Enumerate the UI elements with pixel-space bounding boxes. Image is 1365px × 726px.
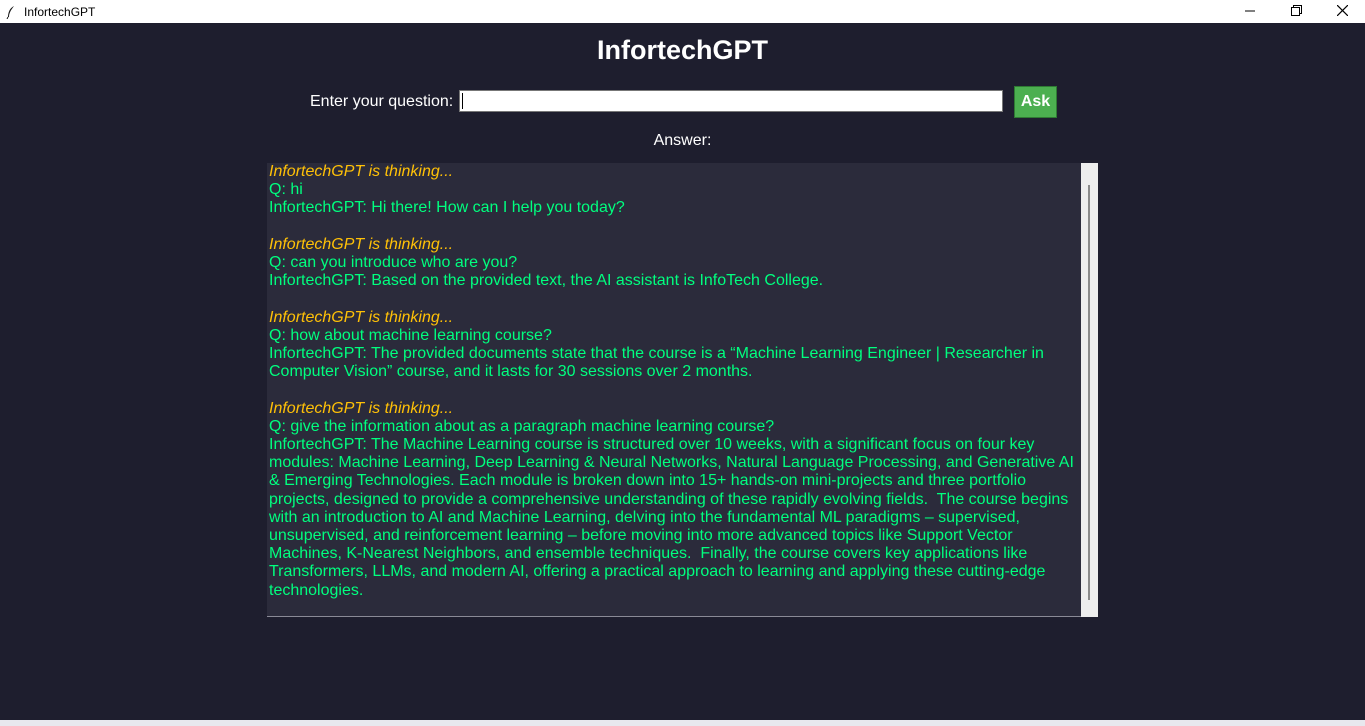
answer-content: InfortechGPT is thinking... Q: hi Infort… <box>267 163 1081 600</box>
close-icon <box>1336 3 1348 21</box>
app-main: InfortechGPT Enter your question: Ask An… <box>0 23 1365 720</box>
text-cursor <box>462 93 463 109</box>
answer-label: Answer: <box>653 132 712 149</box>
thinking-status: InfortechGPT is thinking... <box>269 163 454 180</box>
response-line: InfortechGPT: Hi there! How can I help y… <box>269 199 625 217</box>
answer-textbox[interactable]: InfortechGPT is thinking... Q: hi Infort… <box>267 163 1081 617</box>
close-button[interactable] <box>1319 0 1365 23</box>
window-titlebar: InfortechGPT <box>0 0 1365 24</box>
question-line: Q: give the information about as a parag… <box>269 417 775 435</box>
feather-icon <box>4 5 18 19</box>
page-title: InfortechGPT <box>596 35 768 65</box>
thinking-status: InfortechGPT is thinking... <box>269 235 454 253</box>
thinking-status: InfortechGPT is thinking... <box>269 399 454 417</box>
question-line: Q: hi <box>269 181 303 199</box>
response-line: InfortechGPT: The provided documents sta… <box>269 345 1049 381</box>
response-line: InfortechGPT: Based on the provided text… <box>269 272 824 290</box>
minimize-icon <box>1245 3 1255 21</box>
scroll-thumb[interactable] <box>1088 185 1090 600</box>
minimize-button[interactable] <box>1227 0 1273 23</box>
window-controls <box>1227 0 1365 23</box>
answer-scrollbar[interactable] <box>1081 163 1098 617</box>
ask-button[interactable]: Ask <box>1014 86 1057 118</box>
maximize-button[interactable] <box>1273 0 1319 23</box>
question-input[interactable] <box>459 90 1003 112</box>
taskbar-edge <box>0 720 1365 726</box>
response-line: InfortechGPT: The Machine Learning cours… <box>269 436 1079 599</box>
window-title: InfortechGPT <box>24 4 96 19</box>
thinking-status: InfortechGPT is thinking... <box>269 308 454 326</box>
restore-icon <box>1290 3 1302 21</box>
question-line: Q: how about machine learning course? <box>269 326 552 344</box>
question-label: Enter your question: <box>310 93 454 110</box>
question-line: Q: can you introduce who are you? <box>269 254 518 271</box>
